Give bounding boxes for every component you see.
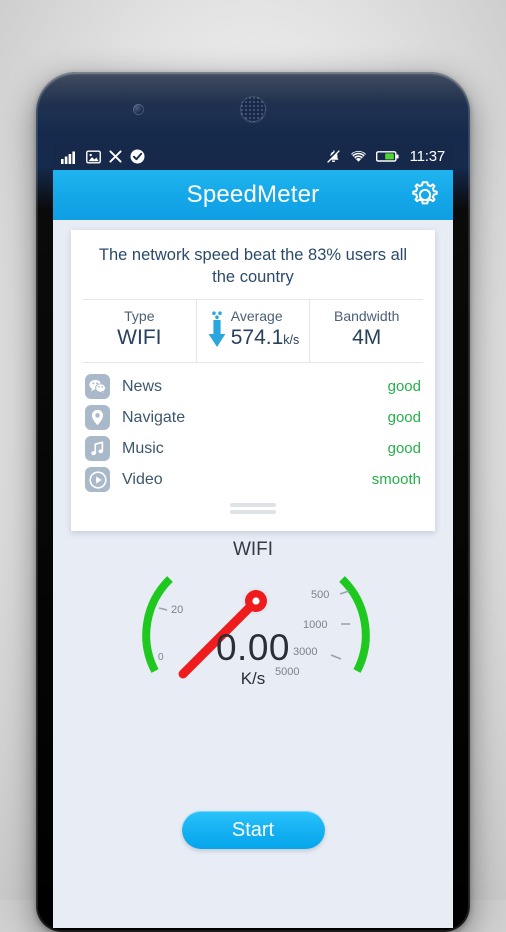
front-camera-icon xyxy=(133,104,144,115)
music-note-icon xyxy=(85,436,110,461)
app-status: good xyxy=(387,378,421,395)
location-pin-icon xyxy=(85,405,110,430)
handle-bar xyxy=(230,503,276,507)
gauge-readout: 0.00 K/s xyxy=(53,628,453,690)
phone-screen: 11:37 SpeedMeter The network speed beat … xyxy=(53,143,453,928)
play-circle-icon xyxy=(85,467,110,492)
image-icon xyxy=(86,150,101,163)
stat-average-unit: k/s xyxy=(283,333,300,347)
list-item[interactable]: Navigate good xyxy=(85,402,421,433)
stat-bandwidth-value: 4M xyxy=(352,326,382,349)
app-name: Navigate xyxy=(122,408,186,426)
app-quality-list: News good Navigate good Music good Video… xyxy=(71,363,435,497)
handle-bar xyxy=(230,510,276,514)
stat-average-value: 574.1 xyxy=(230,326,284,349)
list-item[interactable]: News good xyxy=(85,371,421,402)
stat-type-value: WIFI xyxy=(117,326,162,349)
app-name: Video xyxy=(122,470,163,488)
gauge-speed-value: 0.00 xyxy=(215,627,290,668)
stat-average-label: Average xyxy=(230,308,283,324)
status-bar-clock: 11:37 xyxy=(409,148,446,165)
app-name: News xyxy=(122,377,163,395)
card-drag-handle[interactable] xyxy=(71,497,435,518)
screenshot-stage: 11:37 SpeedMeter The network speed beat … xyxy=(0,0,506,932)
status-bar-left-icons xyxy=(61,149,145,164)
app-status: smooth xyxy=(371,471,421,488)
headline-text: The network speed beat the 83% users all… xyxy=(98,246,408,286)
start-button[interactable]: Start xyxy=(181,811,325,849)
stat-bandwidth: Bandwidth 4M xyxy=(309,300,423,362)
gauge-speed-unit: K/s xyxy=(240,669,266,688)
app-bar: SpeedMeter xyxy=(53,170,453,220)
stat-bandwidth-label: Bandwidth xyxy=(333,308,400,324)
list-item[interactable]: Music good xyxy=(85,433,421,464)
bell-muted-icon xyxy=(325,149,340,163)
app-name: Music xyxy=(122,439,164,457)
wifi-icon xyxy=(350,150,366,162)
gear-icon xyxy=(412,181,438,205)
start-button-wrapper: Start xyxy=(53,811,453,849)
result-card-wrapper: The network speed beat the 83% users all… xyxy=(71,230,435,531)
earpiece-speaker-icon xyxy=(240,96,266,122)
stat-type: Type WIFI xyxy=(83,300,196,362)
status-bar-right-icons: 11:37 xyxy=(325,148,446,165)
speed-gauge: WIFI 20 0 500 1000 3000 5000 0.00 K/s xyxy=(53,533,453,723)
page-title: SpeedMeter xyxy=(186,181,320,208)
app-status: good xyxy=(387,409,421,426)
app-status: good xyxy=(387,440,421,457)
signal-bars-icon xyxy=(61,151,75,164)
stats-row: Type WIFI Average 574.1k/s Bandwidth 4M xyxy=(83,299,423,363)
close-icon xyxy=(109,150,122,163)
stat-average: Average 574.1k/s xyxy=(195,300,310,362)
wechat-icon xyxy=(85,374,110,399)
stat-type-label: Type xyxy=(124,308,155,324)
settings-button[interactable] xyxy=(405,175,445,215)
gauge-tick-label-left-0: 20 xyxy=(171,604,183,616)
check-circle-icon xyxy=(130,149,145,164)
gauge-tick-label-right-0: 500 xyxy=(311,589,329,601)
gauge-tick-left-20 xyxy=(158,607,168,611)
battery-icon xyxy=(375,151,399,162)
card-torn-edge xyxy=(71,520,435,531)
status-bar: 11:37 xyxy=(53,143,453,170)
gauge-tick-right-500 xyxy=(339,590,350,595)
list-item[interactable]: Video smooth xyxy=(85,464,421,495)
phone-device: 11:37 SpeedMeter The network speed beat … xyxy=(36,72,470,932)
download-arrow-icon xyxy=(208,311,226,347)
result-card: The network speed beat the 83% users all… xyxy=(71,230,435,531)
